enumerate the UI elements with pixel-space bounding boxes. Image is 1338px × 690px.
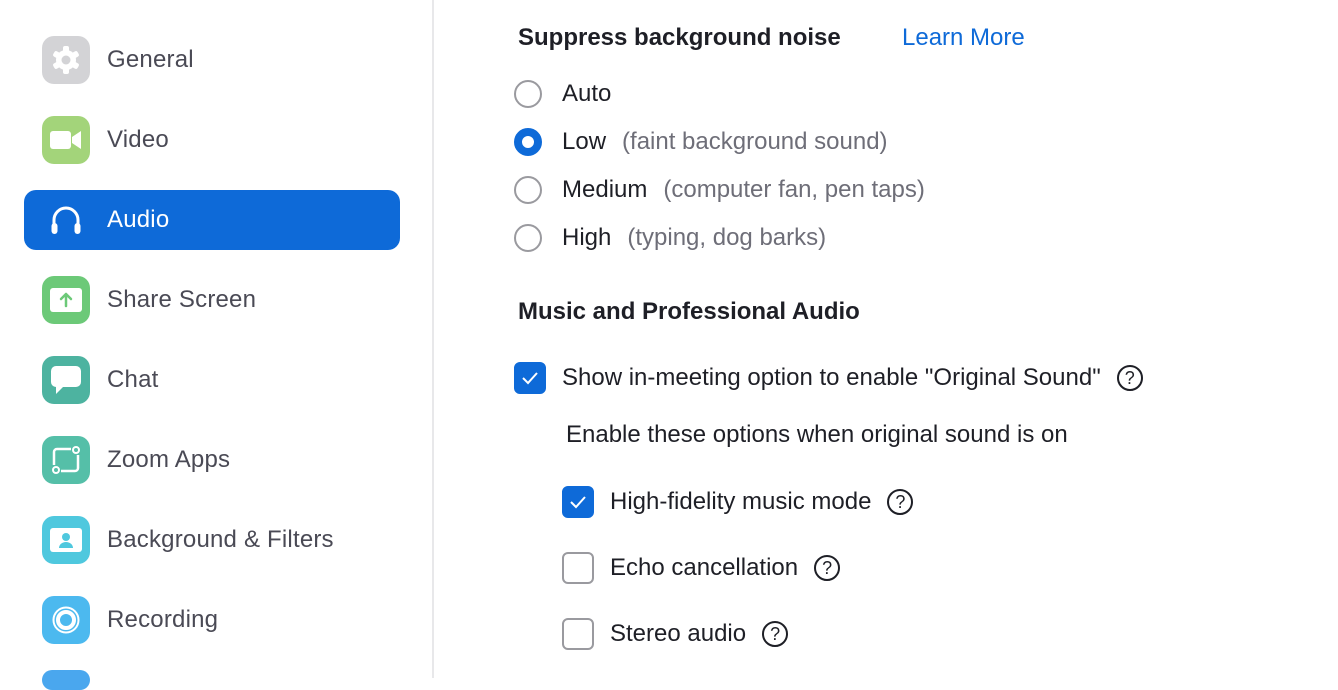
sidebar-next-item-icon[interactable] [42,670,90,690]
option-label: Medium [562,176,648,203]
option-label: High [562,224,612,251]
sidebar-item-label: General [107,46,194,73]
option-label: Show in-meeting option to enable "Origin… [562,364,1101,391]
sidebar-item-zoom-apps[interactable]: Zoom Apps [24,430,400,490]
radio-button[interactable] [514,176,542,204]
checkbox[interactable] [562,552,594,584]
option-label: Low [562,128,607,155]
noise-option-high[interactable]: High (typing, dog barks) [514,222,826,254]
help-icon[interactable]: ? [887,489,914,515]
sidebar-item-label: Recording [107,606,219,633]
noise-option-medium[interactable]: Medium (computer fan, pen taps) [514,174,925,206]
option-label: Auto [562,80,612,107]
noise-option-auto[interactable]: Auto [514,78,611,110]
radio-button[interactable] [514,80,542,108]
help-icon[interactable]: ? [1116,365,1143,391]
learn-more-link[interactable]: Learn More [902,24,1025,52]
gear-icon [42,36,90,84]
stereo-audio-option[interactable]: Stereo audio ? [562,617,789,651]
sidebar-item-chat[interactable]: Chat [24,350,400,410]
sidebar-item-label: Share Screen [107,286,257,313]
checkbox[interactable] [562,618,594,650]
audio-settings-panel: Suppress background noise Learn More Aut… [434,0,1338,678]
headphones-icon [42,196,90,244]
noise-option-low[interactable]: Low (faint background sound) [514,126,888,158]
checkmark-icon [522,372,538,385]
original-sound-caption: Enable these options when original sound… [566,421,1068,448]
sidebar-item-label: Chat [107,366,159,393]
background-person-icon [42,516,90,564]
help-icon[interactable]: ? [762,621,789,647]
option-description: (faint background sound) [622,128,888,155]
chat-bubble-icon [42,356,90,404]
checkbox-checked[interactable] [514,362,546,394]
sidebar-item-label: Zoom Apps [107,446,231,473]
video-camera-icon [42,116,90,164]
share-screen-icon [42,276,90,324]
sidebar-item-general[interactable]: General [24,30,400,90]
echo-cancellation-option[interactable]: Echo cancellation ? [562,551,841,585]
sidebar-item-video[interactable]: Video [24,110,400,170]
sidebar-item-audio[interactable]: Audio [24,190,400,250]
music-audio-title: Music and Professional Audio [518,298,860,325]
sidebar-item-share-screen[interactable]: Share Screen [24,270,400,330]
sidebar-item-label: Background & Filters [107,526,334,553]
original-sound-option[interactable]: Show in-meeting option to enable "Origin… [514,361,1143,395]
option-label: High-fidelity music mode [610,488,872,515]
option-label: Echo cancellation [610,554,799,581]
sidebar-item-recording[interactable]: Recording [24,590,400,650]
sidebar-item-label: Audio [107,206,170,233]
hifi-music-mode-option[interactable]: High-fidelity music mode ? [562,485,914,519]
sidebar-item-background-filters[interactable]: Background & Filters [24,510,400,570]
option-description: (typing, dog barks) [627,224,827,251]
option-label: Stereo audio [610,620,747,647]
help-icon[interactable]: ? [814,555,841,581]
sidebar-item-label: Video [107,126,169,153]
zoom-apps-icon [42,436,90,484]
radio-button-selected[interactable] [514,128,542,156]
record-icon [42,596,90,644]
option-description: (computer fan, pen taps) [663,176,925,203]
noise-suppression-title: Suppress background noise [518,24,841,51]
checkbox-checked[interactable] [562,486,594,518]
radio-button[interactable] [514,224,542,252]
settings-sidebar: General Video Audio Share Screen Chat Zo… [0,0,434,690]
checkmark-icon [570,496,586,509]
